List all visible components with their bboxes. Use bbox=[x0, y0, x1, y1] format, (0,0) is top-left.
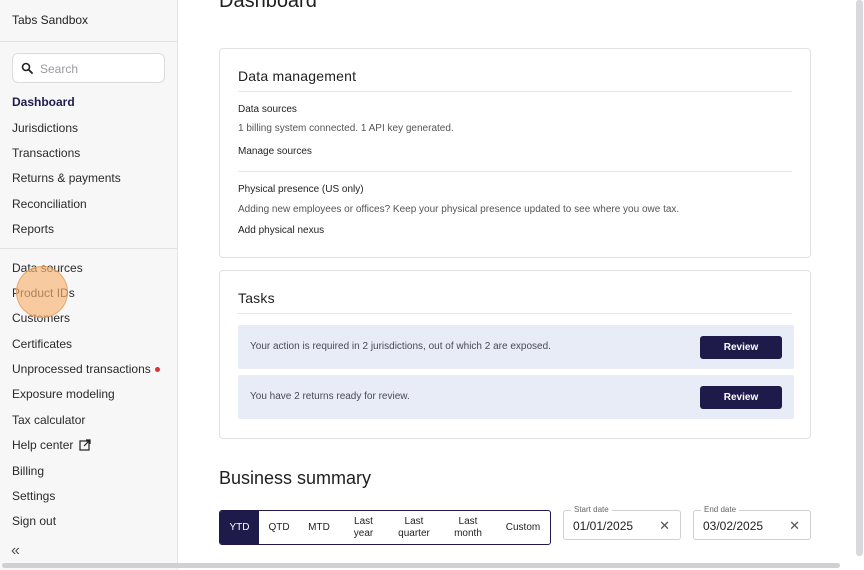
sidebar-item-reconciliation[interactable]: Reconciliation bbox=[12, 197, 87, 211]
add-physical-nexus-link[interactable]: Add physical nexus bbox=[238, 225, 324, 236]
period-mtd-button[interactable]: MTD bbox=[299, 511, 339, 544]
sidebar-divider bbox=[0, 248, 177, 249]
review-button[interactable]: Review bbox=[700, 386, 782, 409]
data-sources-label: Data sources bbox=[238, 104, 297, 115]
data-sources-description: 1 billing system connected. 1 API key ge… bbox=[238, 123, 454, 134]
page-title: Dashboard bbox=[219, 0, 317, 12]
task-item: You have 2 returns ready for review. Rev… bbox=[238, 375, 794, 419]
search-input[interactable] bbox=[40, 60, 158, 77]
review-button[interactable]: Review bbox=[700, 336, 782, 359]
end-date-field[interactable]: End date 03/02/2025 ✕ bbox=[693, 505, 811, 540]
period-qtd-button[interactable]: QTD bbox=[259, 511, 299, 544]
sidebar-divider bbox=[0, 41, 177, 42]
vertical-scrollbar[interactable] bbox=[856, 0, 863, 556]
start-date-field[interactable]: Start date 01/01/2025 ✕ bbox=[563, 505, 681, 540]
period-last-year-button[interactable]: Last year bbox=[339, 511, 388, 544]
end-date-label: End date bbox=[701, 505, 740, 514]
sidebar-item-label: Unprocessed transactions bbox=[12, 362, 151, 376]
app-title: Tabs Sandbox bbox=[12, 13, 89, 27]
sidebar-item-sign-out[interactable]: Sign out bbox=[12, 514, 56, 528]
task-text: You have 2 returns ready for review. bbox=[250, 391, 410, 402]
period-last-quarter-button[interactable]: Last quarter bbox=[388, 511, 440, 544]
sidebar-item-data-sources[interactable]: Data sources bbox=[12, 261, 83, 275]
physical-presence-label: Physical presence (US only) bbox=[238, 184, 364, 195]
sidebar-item-reports[interactable]: Reports bbox=[12, 222, 54, 236]
tasks-card: Tasks Your action is required in 2 juris… bbox=[219, 270, 811, 439]
sidebar-item-tax-calculator[interactable]: Tax calculator bbox=[12, 413, 85, 427]
end-date-value[interactable]: 03/02/2025 bbox=[703, 519, 763, 533]
card-divider bbox=[238, 313, 792, 314]
sidebar-item-label: Help center bbox=[12, 438, 74, 452]
sidebar-item-transactions[interactable]: Transactions bbox=[12, 146, 80, 160]
clear-end-date-icon[interactable]: ✕ bbox=[789, 518, 800, 534]
data-management-card: Data management Data sources 1 billing s… bbox=[219, 48, 811, 258]
search-icon bbox=[21, 62, 33, 74]
horizontal-scrollbar[interactable] bbox=[2, 563, 840, 568]
start-date-label: Start date bbox=[571, 505, 612, 514]
task-text: Your action is required in 2 jurisdictio… bbox=[250, 341, 551, 352]
collapse-sidebar-icon[interactable]: « bbox=[11, 542, 20, 560]
external-link-icon bbox=[79, 439, 91, 451]
search-box[interactable] bbox=[12, 53, 165, 83]
sidebar-item-unprocessed-transactions[interactable]: Unprocessed transactions bbox=[12, 362, 160, 376]
card-divider bbox=[238, 91, 792, 92]
period-ytd-button[interactable]: YTD bbox=[220, 511, 259, 544]
sidebar-item-returns-payments[interactable]: Returns & payments bbox=[12, 171, 121, 185]
task-item: Your action is required in 2 jurisdictio… bbox=[238, 325, 794, 369]
sidebar-item-product-ids[interactable]: Product IDs bbox=[12, 286, 75, 300]
physical-presence-description: Adding new employees or offices? Keep yo… bbox=[238, 204, 680, 215]
card-title: Tasks bbox=[238, 290, 275, 306]
clear-start-date-icon[interactable]: ✕ bbox=[659, 518, 670, 534]
sidebar-item-dashboard[interactable]: Dashboard bbox=[12, 95, 75, 109]
period-selector: YTD QTD MTD Last year Last quarter Last mon… bbox=[219, 510, 551, 545]
start-date-value[interactable]: 01/01/2025 bbox=[573, 519, 633, 533]
sidebar-item-customers[interactable]: Customers bbox=[12, 311, 70, 325]
sidebar: Tabs Sandbox Dashboard Jurisdictions Tra… bbox=[0, 0, 178, 570]
sidebar-item-jurisdictions[interactable]: Jurisdictions bbox=[12, 121, 78, 135]
period-last-month-button[interactable]: Last month bbox=[440, 511, 496, 544]
manage-sources-link[interactable]: Manage sources bbox=[238, 146, 312, 157]
sidebar-item-exposure-modeling[interactable]: Exposure modeling bbox=[12, 387, 115, 401]
card-divider bbox=[238, 171, 792, 172]
business-summary-title: Business summary bbox=[219, 468, 372, 488]
alert-dot bbox=[154, 367, 160, 373]
sidebar-item-certificates[interactable]: Certificates bbox=[12, 337, 72, 351]
sidebar-item-help-center[interactable]: Help center bbox=[12, 438, 91, 452]
sidebar-item-billing[interactable]: Billing bbox=[12, 464, 44, 478]
period-custom-button[interactable]: Custom bbox=[496, 511, 550, 544]
card-title: Data management bbox=[238, 68, 357, 84]
sidebar-item-settings[interactable]: Settings bbox=[12, 489, 55, 503]
